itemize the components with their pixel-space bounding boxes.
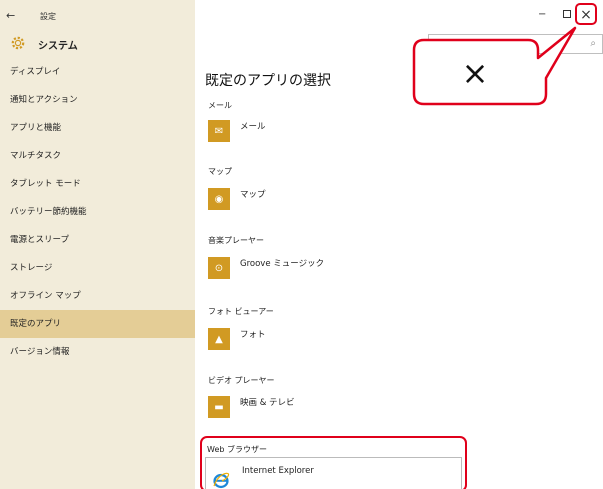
music-icon: ⊙ bbox=[208, 257, 230, 279]
section-label-music: 音楽プレーヤー bbox=[208, 236, 264, 245]
sidebar-item-apps-features[interactable]: アプリと機能 bbox=[0, 114, 195, 142]
sidebar-nav: ディスプレイ 通知とアクション アプリと機能 マルチタスク タブレット モード … bbox=[0, 58, 195, 366]
sidebar-item-about[interactable]: バージョン情報 bbox=[0, 338, 195, 366]
search-icon: ⌕ bbox=[590, 38, 596, 49]
section-label-maps: マップ bbox=[208, 167, 232, 176]
default-app-video[interactable]: ▬ 映画 & テレビ bbox=[208, 394, 295, 420]
window-title: 設定 bbox=[40, 12, 56, 21]
app-name-video: 映画 & テレビ bbox=[240, 398, 295, 408]
close-button[interactable]: × bbox=[575, 3, 597, 25]
section-label-photo: フォト ビューアー bbox=[208, 307, 274, 316]
app-name-music: Groove ミュージック bbox=[240, 259, 325, 269]
map-icon: ◉ bbox=[208, 188, 230, 210]
default-app-mail[interactable]: ✉ メール bbox=[208, 118, 266, 144]
app-name-browser: Internet Explorer bbox=[242, 466, 314, 476]
app-name-mail: メール bbox=[240, 122, 266, 132]
maximize-button[interactable] bbox=[563, 10, 571, 18]
sidebar-item-power-sleep[interactable]: 電源とスリープ bbox=[0, 226, 195, 254]
back-arrow-icon[interactable]: ← bbox=[6, 10, 20, 22]
sidebar-item-battery-saver[interactable]: バッテリー節約機能 bbox=[0, 198, 195, 226]
sidebar-item-offline-maps[interactable]: オフライン マップ bbox=[0, 282, 195, 310]
section-label-browser: Web ブラウザー bbox=[207, 445, 267, 454]
default-app-maps[interactable]: ◉ マップ bbox=[208, 186, 266, 212]
app-name-maps: マップ bbox=[240, 190, 266, 200]
sidebar-item-notifications[interactable]: 通知とアクション bbox=[0, 86, 195, 114]
mail-icon: ✉ bbox=[208, 120, 230, 142]
video-icon: ▬ bbox=[208, 396, 230, 418]
section-label-video: ビデオ プレーヤー bbox=[208, 376, 275, 385]
internet-explorer-icon bbox=[213, 472, 230, 489]
page-title: 既定のアプリの選択 bbox=[205, 73, 331, 89]
app-heading: システム bbox=[38, 41, 78, 52]
photo-icon: ▲ bbox=[208, 328, 230, 350]
sidebar-item-tablet-mode[interactable]: タブレット モード bbox=[0, 170, 195, 198]
app-name-photo: フォト bbox=[240, 330, 266, 340]
sidebar-item-storage[interactable]: ストレージ bbox=[0, 254, 195, 282]
sidebar-item-default-apps[interactable]: 既定のアプリ bbox=[0, 310, 195, 338]
default-app-music[interactable]: ⊙ Groove ミュージック bbox=[208, 255, 324, 281]
section-label-mail: メール bbox=[208, 101, 232, 110]
callout-close-symbol: × bbox=[461, 54, 489, 92]
title-bar: ← 設定 − × bbox=[0, 0, 603, 32]
sidebar-item-display[interactable]: ディスプレイ bbox=[0, 58, 195, 86]
default-app-photo[interactable]: ▲ フォト bbox=[208, 326, 266, 352]
sidebar-item-multitasking[interactable]: マルチタスク bbox=[0, 142, 195, 170]
gear-icon bbox=[11, 36, 25, 50]
minimize-button[interactable]: − bbox=[538, 10, 548, 20]
